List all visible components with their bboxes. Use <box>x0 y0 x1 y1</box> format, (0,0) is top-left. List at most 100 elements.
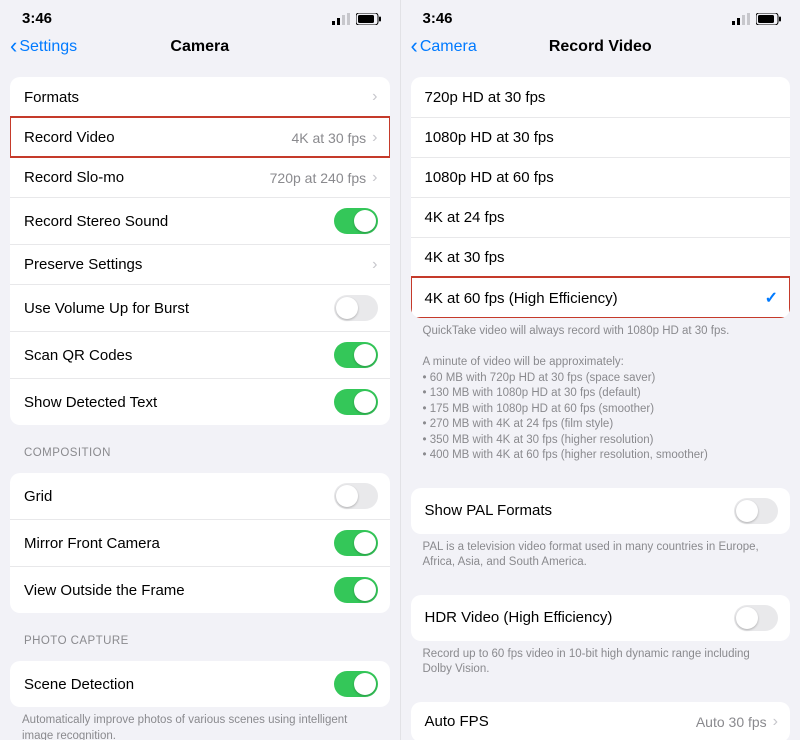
settings-row[interactable]: Preserve Settings› <box>10 244 390 284</box>
hdr-footer: Record up to 60 fps video in 10-bit high… <box>401 641 800 678</box>
toggle-switch[interactable] <box>334 577 378 603</box>
row-label: Scene Detection <box>24 676 334 693</box>
nav-bar: ‹ Camera Record Video <box>401 33 800 67</box>
hdr-group: HDR Video (High Efficiency) <box>411 595 791 641</box>
video-resolution-options: 720p HD at 30 fps 1080p HD at 30 fps 1080p… <box>411 77 791 318</box>
row-label: Record Slo-mo <box>24 169 270 186</box>
section-header-photo-capture: PHOTO CAPTURE <box>0 613 400 651</box>
battery-icon <box>356 13 382 25</box>
right-scroll[interactable]: 720p HD at 30 fps 1080p HD at 30 fps 1080p… <box>401 67 800 740</box>
pal-group: Show PAL Formats <box>411 488 791 534</box>
pal-footer: PAL is a television video format used in… <box>401 534 800 571</box>
settings-row[interactable]: Record Slo-mo720p at 240 fps › <box>10 157 390 197</box>
row-label: 4K at 60 fps (High Efficiency) <box>425 290 765 307</box>
toggle-switch[interactable] <box>334 295 378 321</box>
settings-row[interactable]: Record Stereo Sound <box>10 197 390 244</box>
chevron-right-icon: › <box>372 129 377 147</box>
auto-fps-row[interactable]: Auto FPSAuto 30 fps› <box>411 702 791 740</box>
toggle-switch[interactable] <box>334 208 378 234</box>
left-scroll[interactable]: Formats›Record Video4K at 30 fps›Record … <box>0 67 400 740</box>
settings-row[interactable]: Scan QR Codes <box>10 331 390 378</box>
show-pal-row[interactable]: Show PAL Formats <box>411 488 791 534</box>
video-option-row[interactable]: 1080p HD at 30 fps <box>411 117 791 157</box>
row-label: Record Video <box>24 129 291 146</box>
video-option-row[interactable]: 4K at 24 fps <box>411 197 791 237</box>
status-time: 3:46 <box>423 10 453 27</box>
settings-row[interactable]: Formats› <box>10 77 390 117</box>
row-label: 4K at 30 fps <box>425 249 779 266</box>
right-phone-record-video: 3:46 ‹ Camera Record Video 720p HD at 30… <box>400 0 800 740</box>
toggle-switch[interactable] <box>334 530 378 556</box>
signal-icon <box>732 13 750 25</box>
camera-group-photo-capture: Scene Detection <box>10 661 390 707</box>
footer-line <box>423 340 781 356</box>
row-label: Formats <box>24 89 372 106</box>
chevron-right-icon: › <box>372 88 377 106</box>
camera-group-composition: Grid Mirror Front Camera View Outside the … <box>10 473 390 613</box>
status-icons <box>732 13 782 25</box>
row-detail: 4K at 30 fps <box>291 130 366 146</box>
video-option-row[interactable]: 720p HD at 30 fps <box>411 77 791 117</box>
battery-icon <box>756 13 782 25</box>
footer-line: QuickTake video will always record with … <box>423 324 781 340</box>
left-phone-camera-settings: 3:46 ‹ Settings Camera Formats›Record Vi… <box>0 0 400 740</box>
video-option-row[interactable]: 4K at 30 fps <box>411 237 791 277</box>
row-label: Record Stereo Sound <box>24 213 334 230</box>
back-button[interactable]: ‹ Settings <box>10 37 77 57</box>
autofps-group: Auto FPSAuto 30 fps› <box>411 702 791 740</box>
settings-row[interactable]: Scene Detection <box>10 661 390 707</box>
footer-line: • 60 MB with 720p HD at 30 fps (space sa… <box>423 371 781 387</box>
footer-line: • 270 MB with 4K at 24 fps (film style) <box>423 417 781 433</box>
camera-group-main: Formats›Record Video4K at 30 fps›Record … <box>10 77 390 425</box>
row-label: Grid <box>24 488 334 505</box>
toggle-switch[interactable] <box>334 342 378 368</box>
status-time: 3:46 <box>22 10 52 27</box>
row-detail: Auto 30 fps <box>696 714 767 730</box>
back-button[interactable]: ‹ Camera <box>411 37 477 57</box>
row-label: Preserve Settings <box>24 256 372 273</box>
toggle-switch[interactable] <box>734 498 778 524</box>
footer-line: • 350 MB with 4K at 30 fps (higher resol… <box>423 433 781 449</box>
back-label: Settings <box>19 38 77 56</box>
row-label: View Outside the Frame <box>24 582 334 599</box>
signal-icon <box>332 13 350 25</box>
toggle-switch[interactable] <box>334 389 378 415</box>
chevron-right-icon: › <box>372 256 377 274</box>
row-label: Use Volume Up for Burst <box>24 300 334 317</box>
section-header-composition: COMPOSITION <box>0 425 400 463</box>
video-option-row[interactable]: 1080p HD at 60 fps <box>411 157 791 197</box>
row-label: Mirror Front Camera <box>24 535 334 552</box>
settings-row[interactable]: Record Video4K at 30 fps › <box>10 117 390 157</box>
toggle-switch[interactable] <box>334 671 378 697</box>
row-detail: 720p at 240 fps <box>270 170 367 186</box>
status-bar: 3:46 <box>401 0 800 33</box>
status-icons <box>332 13 382 25</box>
row-label: HDR Video (High Efficiency) <box>425 609 735 626</box>
status-bar: 3:46 <box>0 0 400 33</box>
row-label: Scan QR Codes <box>24 347 334 364</box>
nav-bar: ‹ Settings Camera <box>0 33 400 67</box>
hdr-video-row[interactable]: HDR Video (High Efficiency) <box>411 595 791 641</box>
video-option-row[interactable]: 4K at 60 fps (High Efficiency)✓ <box>411 277 791 318</box>
chevron-left-icon: ‹ <box>411 35 418 57</box>
back-label: Camera <box>420 38 477 56</box>
footer-line: • 130 MB with 1080p HD at 30 fps (defaul… <box>423 386 781 402</box>
chevron-right-icon: › <box>372 169 377 187</box>
row-label: 1080p HD at 60 fps <box>425 169 779 186</box>
footer-line: • 175 MB with 1080p HD at 60 fps (smooth… <box>423 402 781 418</box>
toggle-switch[interactable] <box>734 605 778 631</box>
row-label: 720p HD at 30 fps <box>425 89 779 106</box>
row-label: 4K at 24 fps <box>425 209 779 226</box>
row-label: Auto FPS <box>425 713 696 730</box>
settings-row[interactable]: Show Detected Text <box>10 378 390 425</box>
settings-row[interactable]: View Outside the Frame <box>10 566 390 613</box>
row-label: Show Detected Text <box>24 394 334 411</box>
settings-row[interactable]: Mirror Front Camera <box>10 519 390 566</box>
footer-line: A minute of video will be approximately: <box>423 355 781 371</box>
settings-row[interactable]: Grid <box>10 473 390 519</box>
chevron-left-icon: ‹ <box>10 35 17 57</box>
settings-row[interactable]: Use Volume Up for Burst <box>10 284 390 331</box>
photo-capture-footer: Automatically improve photos of various … <box>0 707 400 740</box>
row-label: Show PAL Formats <box>425 502 735 519</box>
toggle-switch[interactable] <box>334 483 378 509</box>
